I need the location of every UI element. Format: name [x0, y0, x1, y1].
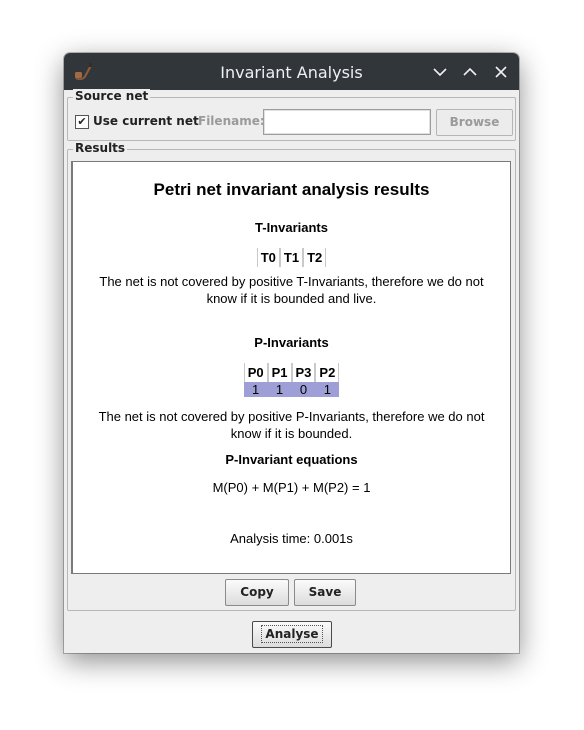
table-header-cell: T1 — [279, 248, 304, 267]
p-invariants-message-line2: know if it is bounded. — [230, 426, 353, 441]
use-current-net-label[interactable]: Use current net — [93, 114, 199, 128]
use-current-net-checkbox[interactable]: ✔ — [75, 115, 89, 129]
results-label: Results — [73, 141, 128, 155]
source-net-group: Source net ✔ Use current net Filename: B… — [67, 89, 516, 141]
table-header-cell: P3 — [291, 363, 316, 382]
table-header-cell: T0 — [256, 248, 280, 267]
t-invariants-message: The net is not covered by positive T-Inv… — [73, 273, 510, 307]
table-cell: 1 — [267, 382, 292, 397]
maximize-icon[interactable] — [461, 63, 479, 81]
p-invariants-message: The net is not covered by positive P-Inv… — [73, 408, 510, 442]
t-invariants-table: T0 T1 T2 — [256, 248, 327, 267]
table-cell: 1 — [243, 382, 268, 397]
checkmark-icon: ✔ — [77, 115, 87, 128]
p-invariants-message-line1: The net is not covered by positive P-Inv… — [98, 409, 485, 424]
t-invariants-table-wrap: T0 T1 T2 — [73, 248, 510, 267]
equations-title: P-Invariant equations — [225, 452, 358, 467]
filename-label: Filename: — [198, 114, 265, 128]
table-header-cell: P0 — [243, 363, 268, 382]
window-title: Invariant Analysis — [220, 63, 363, 82]
p-invariants-title: P-Invariants — [254, 335, 329, 350]
close-icon[interactable] — [492, 63, 510, 81]
results-group: Results Petri net invariant analysis res… — [67, 141, 516, 611]
table-header-cell: T2 — [303, 248, 327, 267]
equation-text: M(P0) + M(P1) + M(P2) = 1 — [212, 480, 371, 495]
t-invariants-message-line2: know if it is bounded and live. — [206, 291, 377, 306]
analyse-button-label: Analyse — [261, 625, 323, 643]
analysis-time: Analysis time: 0.001s — [230, 531, 353, 546]
save-button[interactable]: Save — [294, 579, 356, 606]
table-cell: 1 — [315, 382, 340, 397]
copy-button[interactable]: Copy — [225, 579, 289, 606]
browse-button[interactable]: Browse — [436, 109, 513, 136]
table-cell: 0 — [291, 382, 316, 397]
t-invariants-message-line1: The net is not covered by positive T-Inv… — [99, 274, 484, 289]
results-heading: Petri net invariant analysis results — [153, 180, 430, 199]
t-invariants-title: T-Invariants — [255, 220, 328, 235]
table-header-cell: P2 — [315, 363, 340, 382]
table-row: 1 1 0 1 — [243, 382, 340, 397]
p-invariants-table-wrap: P0 P1 P3 P2 1 1 0 1 — [73, 363, 510, 397]
analyse-button[interactable]: Analyse — [252, 621, 332, 648]
p-invariants-table: P0 P1 P3 P2 1 1 0 1 — [243, 363, 340, 397]
table-header-cell: P1 — [267, 363, 292, 382]
results-pane[interactable]: Petri net invariant analysis results T-I… — [71, 161, 511, 574]
invariant-analysis-window: Invariant Analysis Source net ✔ Use curr… — [64, 53, 519, 653]
minimize-icon[interactable] — [431, 63, 449, 81]
title-bar[interactable]: Invariant Analysis — [64, 53, 519, 90]
source-net-label: Source net — [73, 89, 151, 103]
filename-field[interactable] — [263, 109, 431, 135]
